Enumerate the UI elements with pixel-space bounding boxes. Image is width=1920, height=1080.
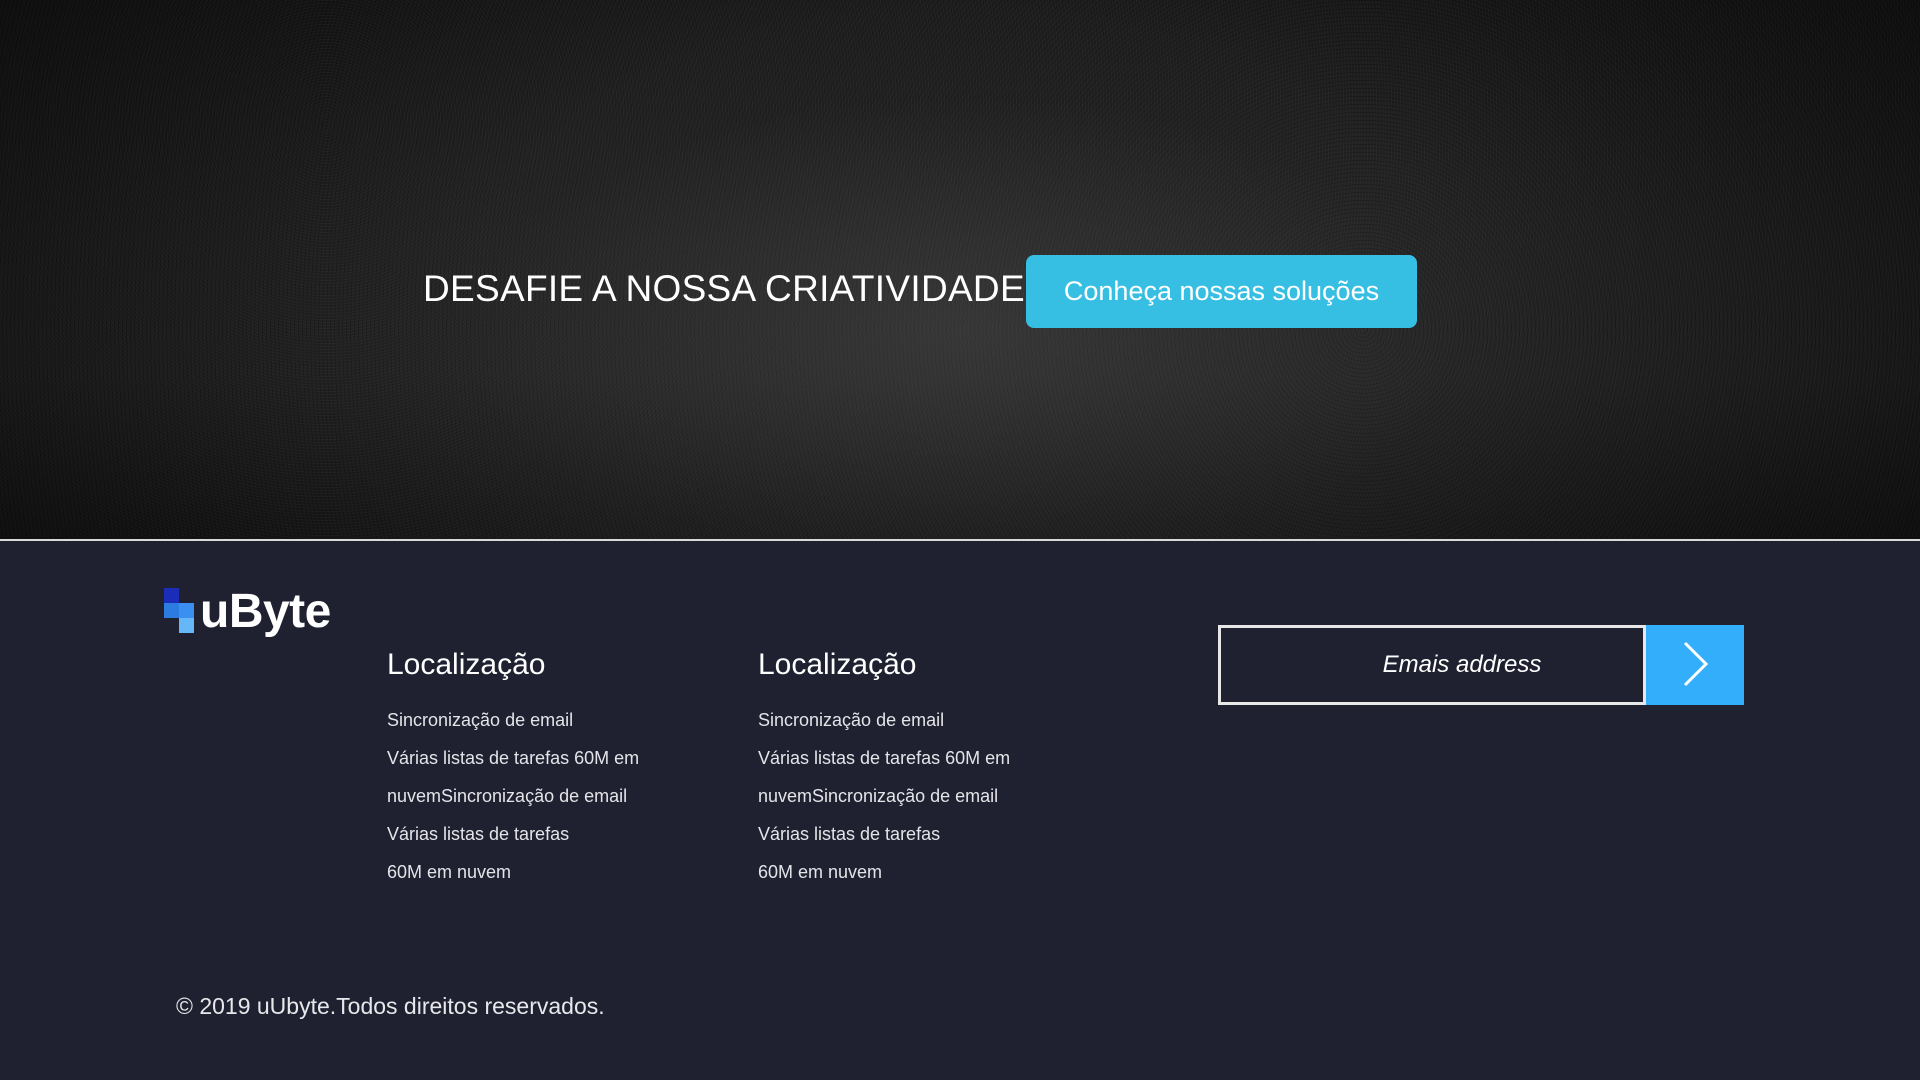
footer-column-2: Localização Sincronização de email Vária…: [758, 648, 1088, 891]
footer-column-title: Localização: [758, 648, 917, 681]
footer-link[interactable]: Várias listas de tarefas 60M em: [387, 739, 717, 777]
email-input[interactable]: [1218, 625, 1646, 705]
footer-link[interactable]: nuvemSincronização de email: [758, 777, 1088, 815]
copyright-text: © 2019 uUbyte.Todos direitos reservados.: [176, 993, 605, 1019]
footer-column-1: Localização Sincronização de email Vária…: [387, 648, 717, 891]
footer-link[interactable]: nuvemSincronização de email: [387, 777, 717, 815]
footer-column-title: Localização: [387, 648, 546, 681]
hero-headline: DESAFIE A NOSSA CRIATIVIDADE: [423, 268, 1025, 309]
logo-text: uByte: [200, 585, 331, 638]
footer-link[interactable]: Várias listas de tarefas: [387, 815, 717, 853]
footer-link-list: Sincronização de email Várias listas de …: [758, 701, 1088, 891]
chevron-right-icon: [1680, 640, 1710, 691]
logo-mark-icon: [164, 588, 197, 636]
footer: uByte Localização Sincronização de email…: [0, 541, 1920, 1080]
newsletter-form: [1218, 625, 1744, 705]
footer-link[interactable]: 60M em nuvem: [387, 853, 717, 891]
footer-link[interactable]: Várias listas de tarefas: [758, 815, 1088, 853]
footer-link[interactable]: 60M em nuvem: [758, 853, 1088, 891]
footer-link[interactable]: Sincronização de email: [758, 701, 1088, 739]
footer-link[interactable]: Sincronização de email: [387, 701, 717, 739]
footer-link[interactable]: Várias listas de tarefas 60M em: [758, 739, 1088, 777]
solutions-cta-button[interactable]: Conheça nossas soluções: [1026, 255, 1417, 328]
footer-link-list: Sincronização de email Várias listas de …: [387, 701, 717, 891]
logo[interactable]: uByte: [164, 588, 331, 636]
newsletter-submit-button[interactable]: [1646, 625, 1744, 705]
